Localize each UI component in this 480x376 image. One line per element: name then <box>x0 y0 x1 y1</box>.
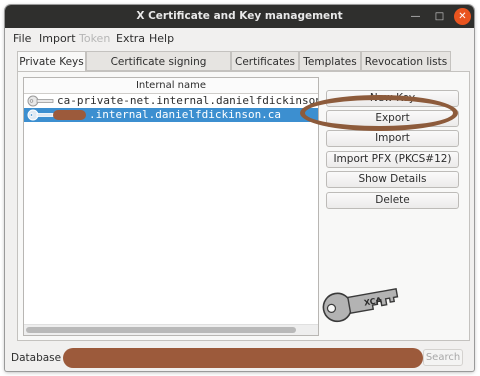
key-name: .internal.danielfdickinson.ca <box>89 108 282 121</box>
import-button[interactable]: Import <box>326 130 459 147</box>
minimize-button[interactable]: — <box>407 8 424 25</box>
menu-import[interactable]: Import <box>39 32 76 45</box>
key-list[interactable]: Internal name ca-private-net.internal.da… <box>23 77 319 336</box>
key-logo-text: XCA <box>363 295 383 307</box>
maximize-button[interactable]: □ <box>431 8 448 25</box>
scrollbar-thumb[interactable] <box>26 327 296 333</box>
tab-certificate-signing-requests[interactable]: Certificate signing requests <box>86 51 231 88</box>
menu-token[interactable]: Token <box>79 32 110 45</box>
key-row[interactable]: ca-private-net.internal.danielfdickinson <box>24 94 318 108</box>
show-details-button[interactable]: Show Details <box>326 171 459 188</box>
column-header-internal-name[interactable]: Internal name <box>24 78 318 94</box>
search-button[interactable]: Search <box>423 349 463 366</box>
tab-certificates[interactable]: Certificates <box>231 51 299 71</box>
app-window: X Certificate and Key management — □ ✕ F… <box>5 5 474 371</box>
title-bar: X Certificate and Key management — □ ✕ <box>5 5 474 28</box>
tab-templates[interactable]: Templates <box>299 51 361 71</box>
delete-button[interactable]: Delete <box>326 192 459 209</box>
highlight-annotation <box>300 95 458 131</box>
redaction-mark <box>53 110 86 120</box>
tab-revocation-lists[interactable]: Revocation lists <box>361 51 451 71</box>
key-icon <box>27 95 54 107</box>
window-title: X Certificate and Key management <box>136 10 343 22</box>
horizontal-scrollbar[interactable] <box>24 324 318 335</box>
database-label: Database <box>11 352 62 364</box>
key-name: ca-private-net.internal.danielfdickinson <box>57 94 319 107</box>
menu-bar: File Import Token Extra Help <box>5 28 474 48</box>
status-bar: Database Search <box>11 348 468 368</box>
close-button[interactable]: ✕ <box>454 8 471 25</box>
key-icon <box>27 109 54 121</box>
xca-key-logo: XCA <box>322 288 399 323</box>
key-row-selected[interactable]: .internal.danielfdickinson.ca <box>24 108 318 122</box>
redaction-mark <box>63 348 423 368</box>
menu-file[interactable]: File <box>13 32 31 45</box>
tab-private-keys[interactable]: Private Keys <box>17 51 86 73</box>
menu-help[interactable]: Help <box>149 32 174 45</box>
import-pfx-button[interactable]: Import PFX (PKCS#12) <box>326 151 459 168</box>
menu-extra[interactable]: Extra <box>116 32 145 45</box>
